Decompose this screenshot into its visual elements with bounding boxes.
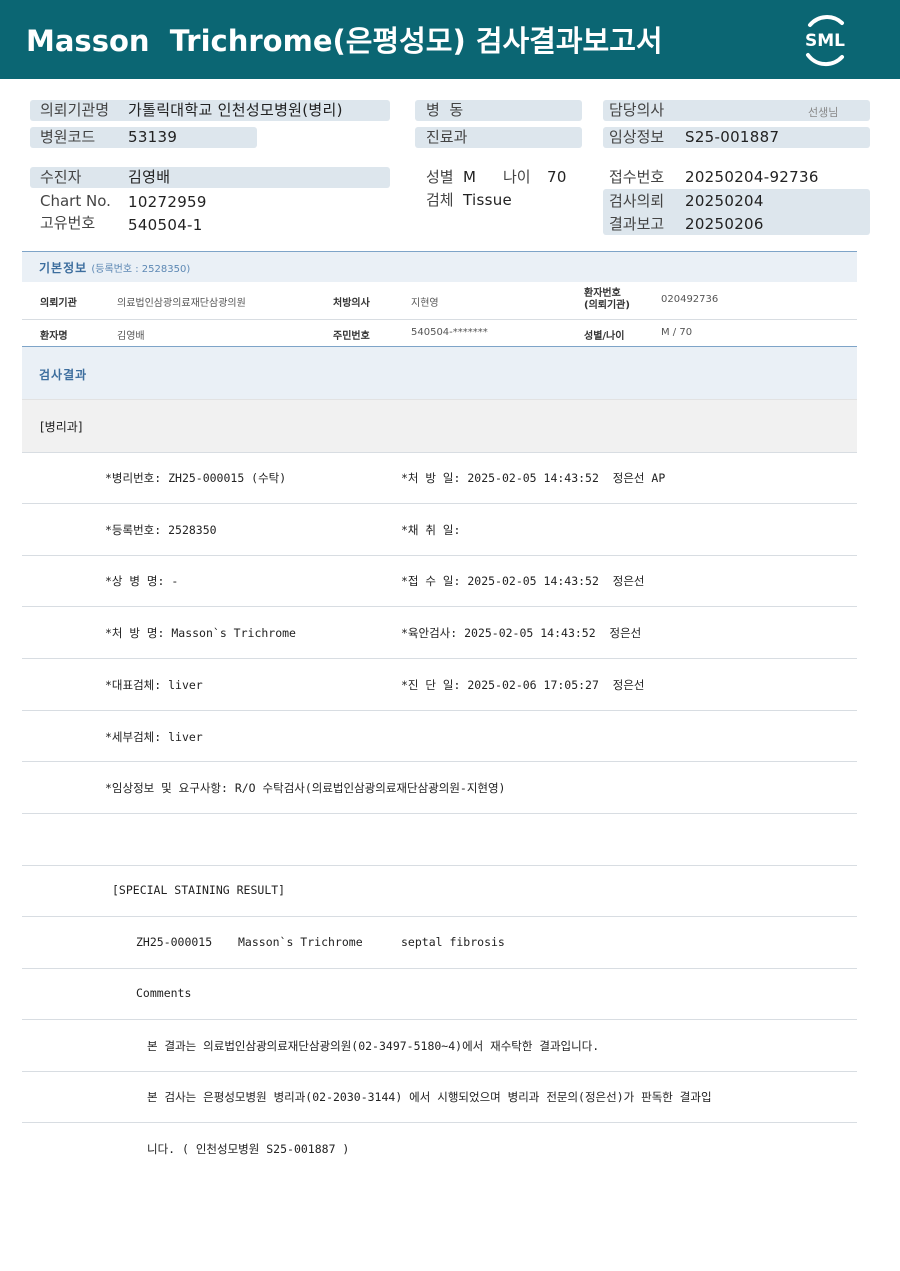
basic-info-reg-no: (등록번호 : 2528350): [91, 264, 191, 275]
divider: [22, 606, 857, 607]
report-title: Masson Trichrome(은평성모) 검사결과보고서: [26, 24, 663, 58]
info-name-value: 김영배: [117, 331, 145, 342]
report-date-label: 결과보고: [609, 215, 665, 233]
divider: [22, 1122, 857, 1123]
info-name-label: 환자명: [40, 331, 68, 342]
result-row-left: *대표검체: liver: [105, 678, 203, 692]
sml-logo: SML: [805, 15, 845, 67]
special-result: septal fibrosis: [401, 935, 505, 949]
result-row-right: *육안검사: 2025-02-05 14:43:52 정은선: [401, 626, 642, 640]
sex-label: 성별: [426, 168, 454, 186]
divider: [22, 1071, 857, 1072]
result-row-left: *처 방 명: Masson`s Trichrome: [105, 626, 296, 640]
result-row-left: *병리번호: ZH25-000015 (수탁): [105, 471, 287, 485]
divider: [22, 865, 857, 866]
result-title: 검사결과: [39, 368, 88, 382]
result-row-left: *등록번호: 2528350: [105, 523, 217, 537]
result-row-right: *채 취 일:: [401, 523, 461, 537]
comment-line: 본 결과는 의료법인삼광의료재단삼광의원(02-3497-5180~4)에서 재…: [147, 1039, 600, 1053]
logo-text: SML: [805, 31, 845, 51]
divider: [22, 452, 857, 453]
basic-info-header: 기본정보 (등록번호 : 2528350): [22, 251, 857, 282]
chart-no-value: 10272959: [128, 193, 207, 211]
comment-line: 본 검사는 은평성모병원 병리과(02-2030-3144) 에서 시행되었으며…: [147, 1090, 712, 1104]
request-date-label: 검사의뢰: [609, 192, 665, 210]
info-rrn-value: 540504-*******: [411, 327, 488, 338]
hospital-code-label: 병원코드: [40, 128, 96, 146]
uid-value: 540504-1: [128, 216, 203, 234]
special-stain: Masson`s Trichrome: [238, 935, 363, 949]
info-pid-label: 환자번호 (의뢰기관): [584, 288, 630, 311]
result-row-right: *진 단 일: 2025-02-06 17:05:27 정은선: [401, 678, 645, 692]
patient-name-pill: [30, 167, 390, 188]
info-rrn-label: 주민번호: [333, 331, 370, 342]
specimen-value: Tissue: [463, 191, 513, 209]
institution-value: 가톨릭대학교 인천성모병원(병리): [128, 101, 343, 119]
divider: [22, 710, 857, 711]
divider: [22, 761, 857, 762]
report-header-banner: Masson Trichrome(은평성모) 검사결과보고서 SML: [0, 0, 900, 79]
special-id: ZH25-000015: [136, 935, 213, 949]
specimen-label: 검체: [426, 191, 454, 209]
info-sexage-label: 성별/나이: [584, 331, 625, 342]
receipt-no-value: 20250204-92736: [685, 168, 819, 186]
comments-label: Comments: [136, 986, 192, 1000]
special-staining-heading: [SPECIAL STAINING RESULT]: [112, 883, 286, 897]
institution-label: 의뢰기관명: [40, 101, 110, 119]
hospital-code-value: 53139: [128, 128, 178, 146]
sex-value: M: [463, 168, 477, 186]
clinical-request-row: *임상정보 및 요구사항: R/O 수탁검사(의료법인삼광의료재단삼광의원-지현…: [105, 781, 506, 795]
divider: [22, 1019, 857, 1020]
result-row-left: *상 병 명: -: [105, 574, 179, 588]
doctor-suffix: 선생님: [808, 106, 839, 119]
patient-name-label: 수진자: [40, 168, 82, 186]
divider: [22, 555, 857, 556]
receipt-no-label: 접수번호: [609, 168, 665, 186]
age-label: 나이: [503, 168, 531, 186]
clinical-info-label: 임상정보: [609, 128, 665, 146]
divider: [22, 319, 857, 320]
info-sexage-value: M / 70: [661, 327, 693, 338]
info-inst-label: 의뢰기관: [40, 298, 77, 309]
uid-label: 고유번호: [40, 214, 96, 232]
age-value: 70: [547, 168, 567, 186]
result-row-right: *처 방 일: 2025-02-05 14:43:52 정은선 AP: [401, 471, 666, 485]
comment-line: 니다. ( 인천성모병원 S25-001887 ): [147, 1142, 350, 1156]
basic-info-title: 기본정보: [39, 261, 88, 275]
divider: [22, 968, 857, 969]
dept-label: 진료과: [426, 128, 468, 146]
divider: [22, 813, 857, 814]
result-header: 검사결과: [22, 346, 857, 399]
clinical-info-value: S25-001887: [685, 128, 780, 146]
result-row-left: *세부검체: liver: [105, 730, 203, 744]
info-inst-value: 의료법인삼광의료재단삼광의원: [117, 298, 246, 309]
patient-name-value: 김영배: [128, 168, 171, 186]
divider: [22, 916, 857, 917]
ward-label: 병 동: [426, 101, 464, 119]
doctor-label: 담당의사: [609, 101, 665, 119]
info-prescriber-value: 지현영: [411, 298, 439, 309]
chart-no-label: Chart No.: [40, 192, 111, 210]
result-row-right: *접 수 일: 2025-02-05 14:43:52 정은선: [401, 574, 645, 588]
divider: [22, 503, 857, 504]
dept-bar: [병리과]: [22, 400, 857, 452]
divider: [22, 658, 857, 659]
info-pid-value: 020492736: [661, 294, 719, 305]
dept-label: [병리과]: [40, 420, 83, 434]
request-date-value: 20250204: [685, 192, 764, 210]
info-prescriber-label: 처방의사: [333, 298, 370, 309]
report-date-value: 20250206: [685, 215, 764, 233]
